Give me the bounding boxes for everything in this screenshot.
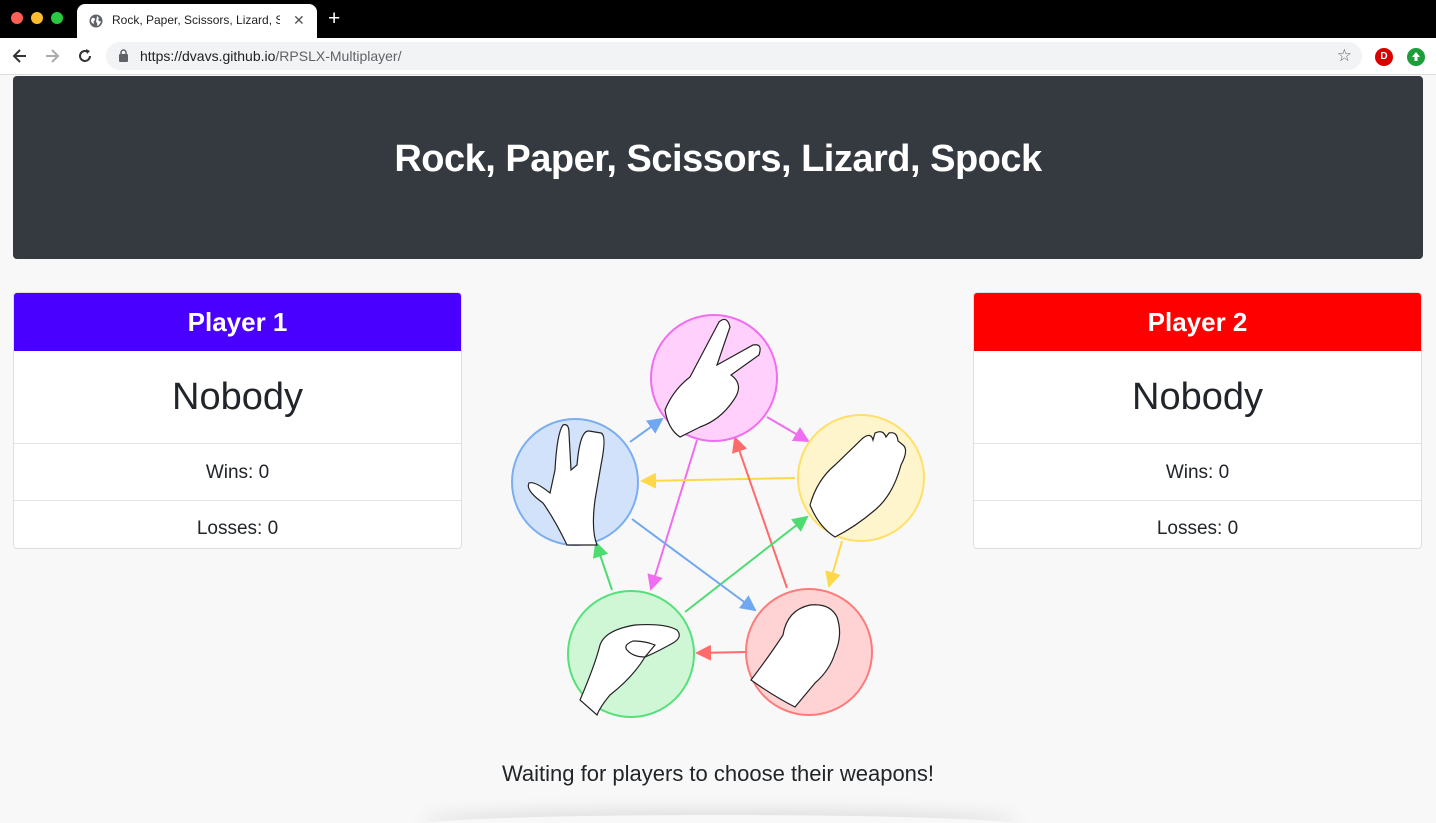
extension-profile-icon[interactable]: D	[1375, 48, 1393, 66]
weapons-diagram	[511, 314, 925, 718]
bookmark-star-icon[interactable]: ☆	[1337, 47, 1352, 65]
lizard-weapon[interactable]	[567, 590, 695, 718]
url-host: https://dvavs.github.io	[140, 48, 276, 64]
player-2-name: Nobody	[974, 351, 1421, 444]
player-2-header: Player 2	[974, 293, 1421, 351]
extension-upload-icon[interactable]	[1407, 48, 1425, 66]
minimize-window-button[interactable]	[31, 12, 43, 24]
tab-title: Rock, Paper, Scissors, Lizard, S	[112, 13, 280, 27]
lock-icon	[119, 49, 128, 62]
url-path: /RPSLX-Multiplayer/	[275, 48, 402, 64]
globe-icon	[89, 14, 103, 28]
forward-arrow-icon[interactable]	[42, 46, 62, 66]
title-banner: Rock, Paper, Scissors, Lizard, Spock	[13, 76, 1423, 259]
status-message: Waiting for players to choose their weap…	[501, 761, 935, 786]
scissors-weapon[interactable]	[650, 314, 778, 442]
player-1-wins: Wins: 0	[14, 444, 461, 501]
new-tab-icon[interactable]: +	[328, 7, 340, 31]
player-1-header: Player 1	[14, 293, 461, 351]
bottom-panel-edge	[420, 815, 1020, 823]
player-1-losses: Losses: 0	[196, 518, 279, 539]
player-2-losses: Losses: 0	[1156, 518, 1239, 539]
close-tab-icon[interactable]: ✕	[293, 11, 305, 29]
maximize-window-button[interactable]	[51, 12, 63, 24]
player-1-name: Nobody	[14, 351, 461, 444]
back-arrow-icon[interactable]	[10, 46, 30, 66]
page-title: Rock, Paper, Scissors, Lizard, Spock	[394, 138, 1042, 180]
paper-weapon[interactable]	[797, 414, 925, 542]
player-1-card: Player 1 Nobody Wins: 0 Losses: 0	[13, 292, 462, 549]
player-2-card: Player 2 Nobody Wins: 0 Losses: 0	[973, 292, 1422, 549]
browser-tab-bar: Rock, Paper, Scissors, Lizard, S ✕ +	[0, 0, 1436, 38]
rock-weapon[interactable]	[745, 588, 873, 716]
url-text: https://dvavs.github.io/RPSLX-Multiplaye…	[140, 48, 401, 64]
reload-icon[interactable]	[75, 46, 95, 66]
player-2-wins: Wins: 0	[974, 444, 1421, 501]
browser-toolbar: https://dvavs.github.io/RPSLX-Multiplaye…	[0, 38, 1436, 75]
spock-weapon[interactable]	[511, 418, 639, 546]
address-bar[interactable]: https://dvavs.github.io/RPSLX-Multiplaye…	[106, 42, 1362, 70]
browser-tab[interactable]: Rock, Paper, Scissors, Lizard, S ✕	[77, 4, 317, 38]
close-window-button[interactable]	[11, 12, 23, 24]
